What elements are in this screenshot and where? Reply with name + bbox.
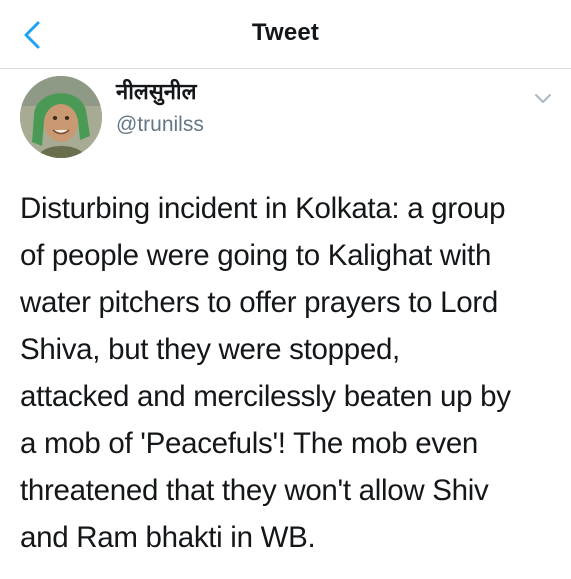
tweet-text-line: of people were going to Kalighat with [20,239,492,272]
chevron-down-icon[interactable] [533,92,553,106]
avatar[interactable] [20,76,102,158]
tweet-body: Disturbing incident in Kolkata: a group … [20,185,565,561]
tweet-text-line: Shiva, but they were stopped, [20,333,400,366]
author-display-name[interactable]: नीलसुनील [116,76,197,106]
tweet-text-line: a mob of 'Peacefuls'! The mob even [20,427,479,460]
tweet-text-line: and Ram bhakti in WB. [20,521,316,554]
tweet-text-line: threatened that they won't allow Shiv [20,474,489,507]
user-avatar-icon [20,76,102,158]
tweet-text-line: water pitchers to offer prayers to Lord [20,286,499,319]
tweet-text-line: Disturbing incident in Kolkata: a group [20,192,506,225]
author-handle[interactable]: @trunilss [116,113,204,137]
tweet-text-line: attacked and mercilessly beaten up by [20,380,511,413]
top-navigation-bar: Tweet [0,0,571,69]
page-title: Tweet [251,19,320,46]
